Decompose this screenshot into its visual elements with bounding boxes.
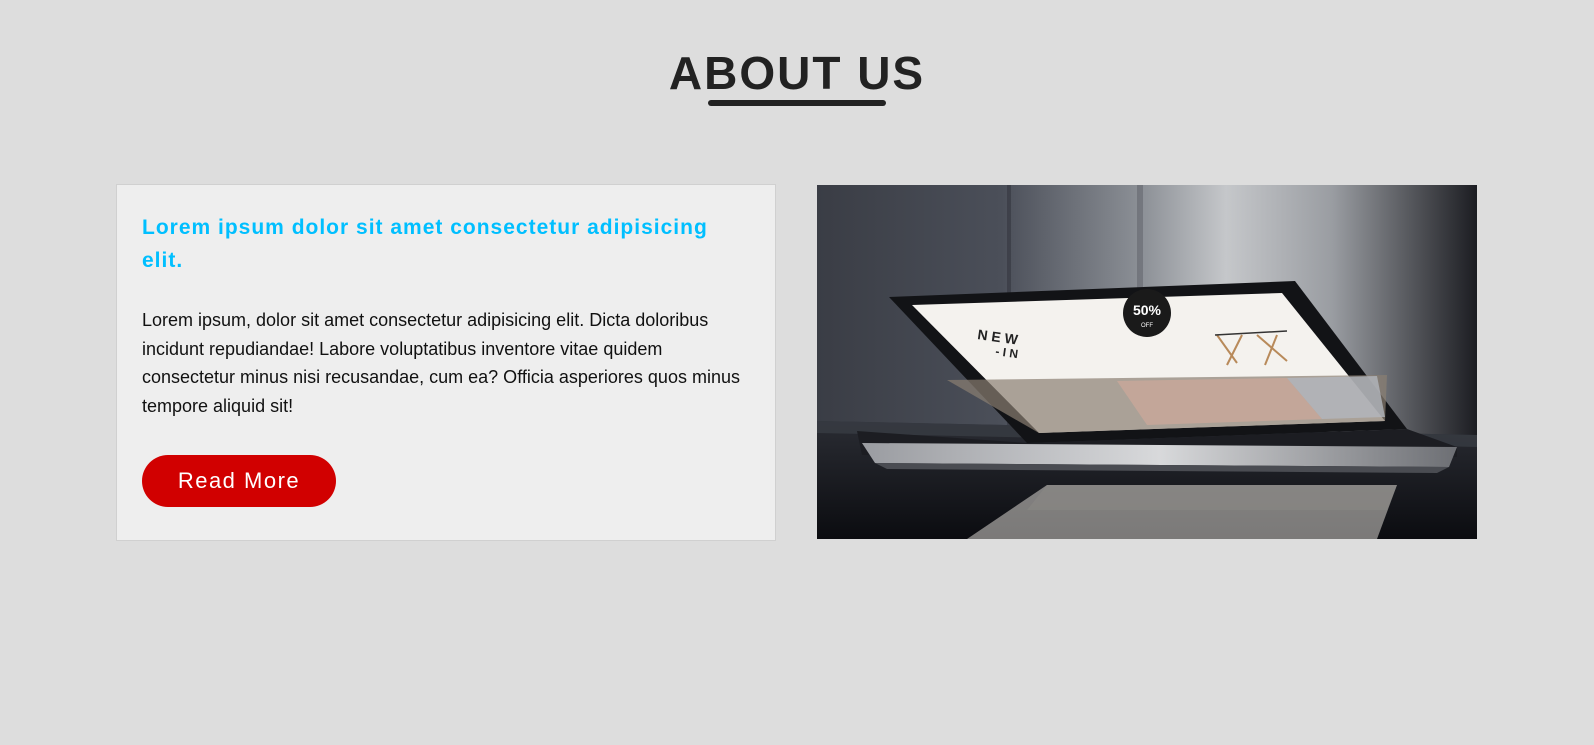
- laptop-illustration: 50% OFF N E W - I N: [817, 185, 1477, 539]
- laptop-base: [862, 443, 1457, 467]
- section-title-text: ABOUT US: [668, 47, 926, 99]
- section-header: ABOUT US: [0, 46, 1594, 106]
- section-title: ABOUT US: [668, 46, 926, 106]
- about-card: Lorem ipsum dolor sit amet consectetur a…: [116, 184, 776, 541]
- title-underline: [707, 100, 886, 106]
- laptop-photo: 50% OFF N E W - I N: [817, 185, 1477, 539]
- about-heading: Lorem ipsum dolor sit amet consectetur a…: [142, 216, 708, 272]
- about-body-text: Lorem ipsum, dolor sit amet consectetur …: [142, 310, 740, 416]
- badge-text: 50%: [1133, 302, 1162, 318]
- badge-subtext: OFF: [1141, 323, 1153, 329]
- read-more-button[interactable]: Read More: [142, 455, 336, 507]
